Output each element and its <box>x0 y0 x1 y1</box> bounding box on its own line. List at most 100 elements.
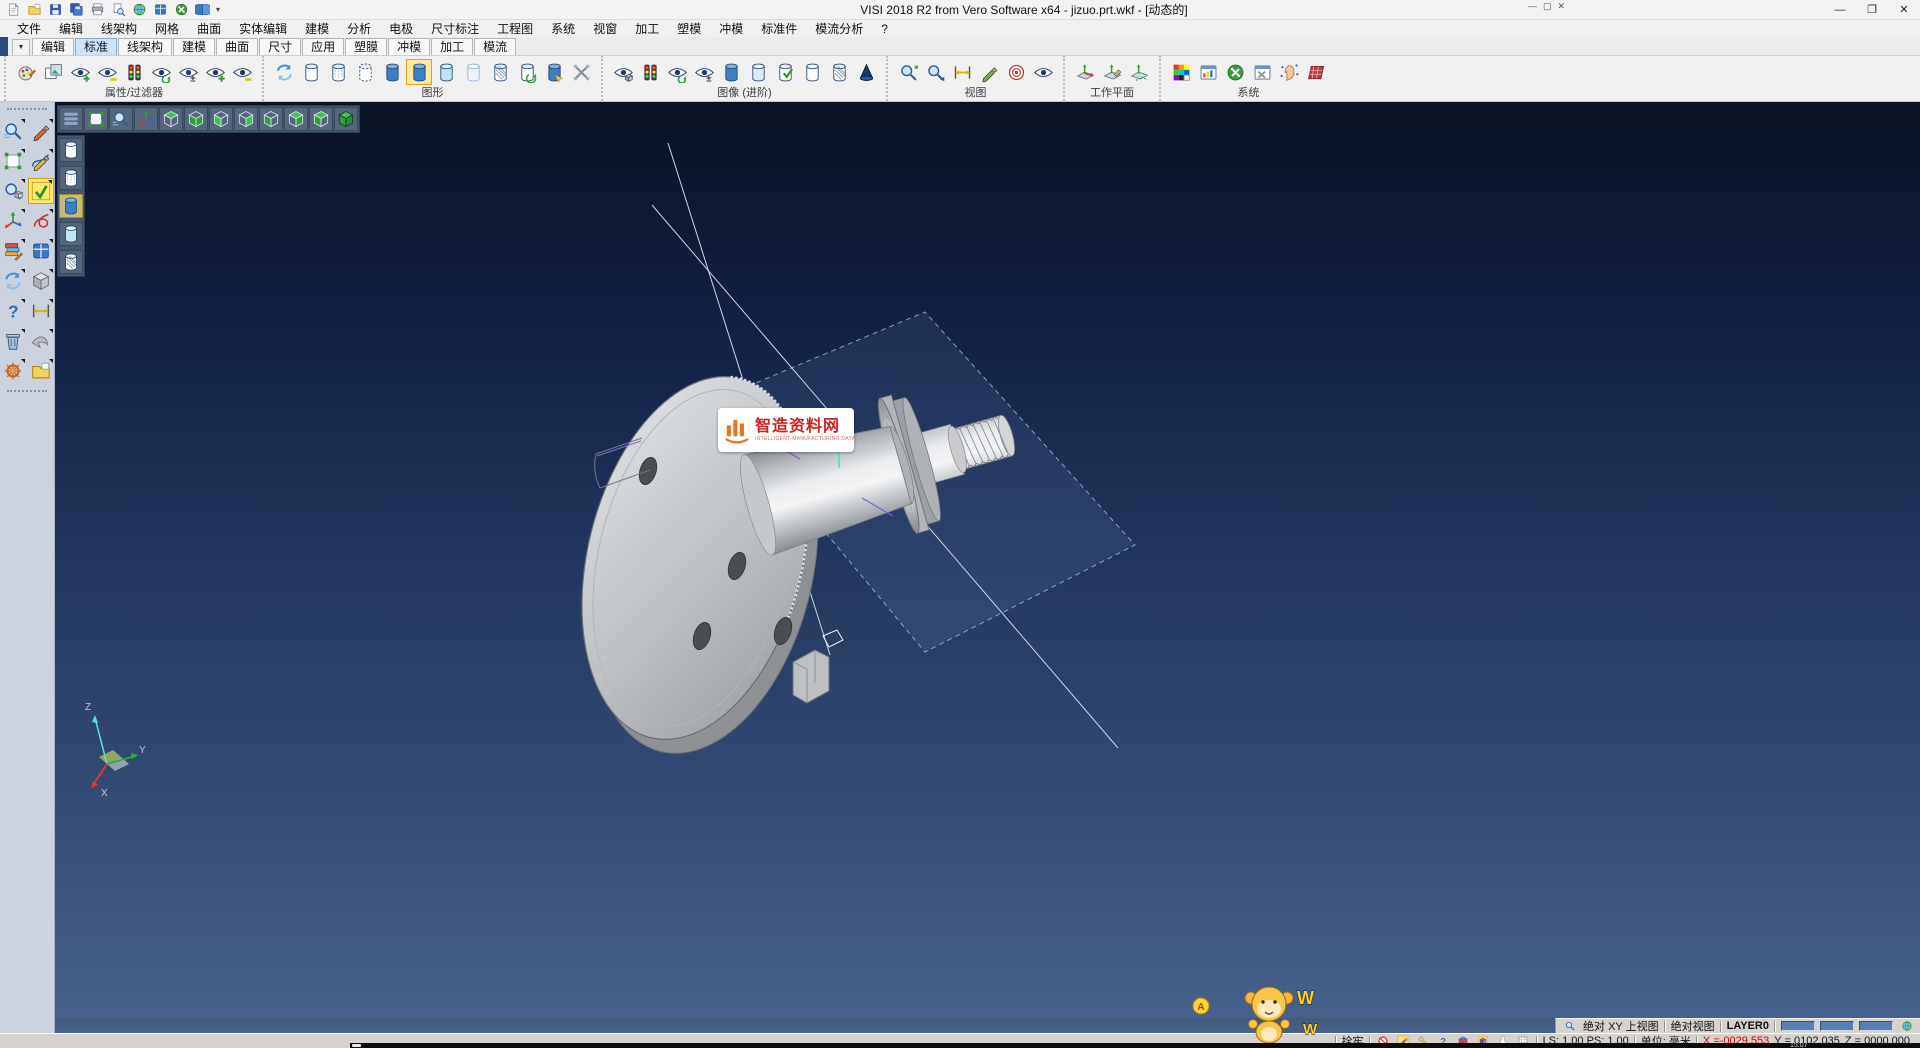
tab-6[interactable]: 应用 <box>302 38 344 55</box>
menu-item[interactable]: 文件 <box>8 20 50 37</box>
eye-refresh-adv-icon[interactable] <box>664 59 690 85</box>
zoom-window-icon[interactable] <box>84 107 108 131</box>
open-project-icon[interactable] <box>28 358 54 384</box>
menu-item[interactable]: 视窗 <box>584 20 626 37</box>
eye-remove-icon[interactable] <box>94 59 120 85</box>
view-top-icon[interactable] <box>159 107 183 131</box>
menu-item[interactable]: 尺寸标注 <box>422 20 488 37</box>
eye-add-icon[interactable] <box>67 59 93 85</box>
menu-item[interactable]: 网格 <box>146 20 188 37</box>
refresh-view-icon[interactable] <box>271 59 297 85</box>
machining-helm-icon[interactable] <box>0 358 26 384</box>
menu-item[interactable]: ? <box>872 22 897 36</box>
cylinder-wireframe-icon[interactable] <box>298 59 324 85</box>
color-swatch[interactable] <box>1781 1021 1815 1031</box>
axis-orientation-icon[interactable] <box>134 107 158 131</box>
taskbar-app-icon[interactable] <box>352 1044 361 1047</box>
menu-item[interactable]: 实体编辑 <box>230 20 296 37</box>
zoom-dynamic-icon[interactable] <box>109 107 133 131</box>
measure-distance-icon[interactable] <box>28 298 54 324</box>
menu-item[interactable]: 塑模 <box>668 20 710 37</box>
tab-10[interactable]: 模流 <box>474 38 516 55</box>
workplane-move-icon[interactable] <box>0 208 26 234</box>
cylinder-blue-icon[interactable] <box>718 59 744 85</box>
close-button[interactable]: ✕ <box>1888 0 1920 20</box>
traffic-light-adv-icon[interactable] <box>637 59 663 85</box>
layer-list-icon[interactable] <box>59 107 83 131</box>
curve-spiral-icon[interactable] <box>28 208 54 234</box>
doc-restore-button[interactable]: ▢ <box>1543 1 1552 12</box>
menu-item[interactable]: 电极 <box>380 20 422 37</box>
tab-7[interactable]: 塑膜 <box>345 38 387 55</box>
save-icon[interactable] <box>46 1 65 18</box>
hiddenline-mode-icon[interactable] <box>59 166 83 190</box>
tools-window-icon[interactable] <box>1249 59 1275 85</box>
cylinder-check-icon[interactable] <box>772 59 798 85</box>
menu-item[interactable]: 冲模 <box>710 20 752 37</box>
cylinder-white-icon[interactable] <box>799 59 825 85</box>
workplane-align-icon[interactable] <box>1126 59 1152 85</box>
doc-close-button[interactable]: ✕ <box>1557 1 1565 12</box>
traffic-light-icon[interactable] <box>121 59 147 85</box>
system-settings-icon[interactable] <box>1222 59 1248 85</box>
cylinder-hiddenline-icon[interactable] <box>325 59 351 85</box>
window-layout-icon[interactable] <box>151 1 170 18</box>
view-mode-label[interactable]: 绝对视图 <box>1671 1018 1715 1034</box>
eye-plusminus-adv-icon[interactable]: ± <box>691 59 717 85</box>
sketch-curve-icon[interactable] <box>28 148 54 174</box>
modify-pencil-icon[interactable] <box>28 118 54 144</box>
tab-0[interactable]: 编辑 <box>32 38 74 55</box>
view-bottom-icon[interactable] <box>184 107 208 131</box>
view-iso-icon[interactable] <box>309 107 333 131</box>
delete-trash-icon[interactable] <box>0 328 26 354</box>
cone-blue-icon[interactable] <box>853 59 879 85</box>
eye-refresh-icon[interactable] <box>148 59 174 85</box>
cylinder-dynamic-icon[interactable] <box>541 59 567 85</box>
shaded-mode-icon[interactable] <box>59 194 83 218</box>
menu-item[interactable]: 工程图 <box>488 20 542 37</box>
view-front-icon[interactable] <box>259 107 283 131</box>
menu-item[interactable]: 线架构 <box>92 20 146 37</box>
cylinder-blueoutline-icon[interactable] <box>745 59 771 85</box>
target-point-icon[interactable] <box>1003 59 1029 85</box>
regen-refresh-icon[interactable] <box>0 268 26 294</box>
library-materials-icon[interactable] <box>0 238 26 264</box>
undo-icon[interactable] <box>28 328 54 354</box>
view-right-icon[interactable] <box>234 107 258 131</box>
minimize-button[interactable]: — <box>1824 0 1856 20</box>
new-file-icon[interactable] <box>4 1 23 18</box>
open-file-icon[interactable] <box>25 1 44 18</box>
attributes-filter-icon[interactable] <box>13 59 39 85</box>
color-palette-grid-icon[interactable] <box>1168 59 1194 85</box>
tab-9[interactable]: 加工 <box>431 38 473 55</box>
menu-item[interactable]: 系统 <box>542 20 584 37</box>
tab-5[interactable]: 尺寸 <box>259 38 301 55</box>
view-eye-icon[interactable] <box>1030 59 1056 85</box>
tab-overflow-button[interactable]: ▼ <box>12 39 30 55</box>
color-swatch[interactable] <box>1820 1021 1854 1031</box>
cylinder-solid-icon[interactable] <box>379 59 405 85</box>
settings-gear-icon[interactable] <box>172 1 191 18</box>
cylinder-dashed-icon[interactable] <box>352 59 378 85</box>
eye-plusminus-icon[interactable]: ± <box>175 59 201 85</box>
stats-window-icon[interactable] <box>1195 59 1221 85</box>
zoom-solid-icon[interactable] <box>0 178 26 204</box>
sketch-pencil-icon[interactable] <box>976 59 1002 85</box>
cylinder-shaded-icon[interactable] <box>406 59 432 85</box>
globe-status-icon[interactable] <box>1898 1020 1915 1033</box>
zoom-all-icon[interactable] <box>895 59 921 85</box>
zoom-select-icon[interactable] <box>0 118 26 144</box>
workplane-edit-icon[interactable] <box>1099 59 1125 85</box>
zoom-previous-icon[interactable] <box>922 59 948 85</box>
eye-plus-icon[interactable] <box>202 59 228 85</box>
cylinder-recycle-icon[interactable] <box>514 59 540 85</box>
workplane-axis-icon[interactable] <box>1072 59 1098 85</box>
menu-item[interactable]: 模流分析 <box>806 20 872 37</box>
tab-8[interactable]: 冲模 <box>388 38 430 55</box>
tab-3[interactable]: 建模 <box>173 38 215 55</box>
plane-bounds-icon[interactable] <box>0 148 26 174</box>
save-all-icon[interactable] <box>67 1 86 18</box>
menu-item[interactable]: 标准件 <box>752 20 806 37</box>
print-preview-icon[interactable] <box>109 1 128 18</box>
color-swatch[interactable] <box>1859 1021 1893 1031</box>
